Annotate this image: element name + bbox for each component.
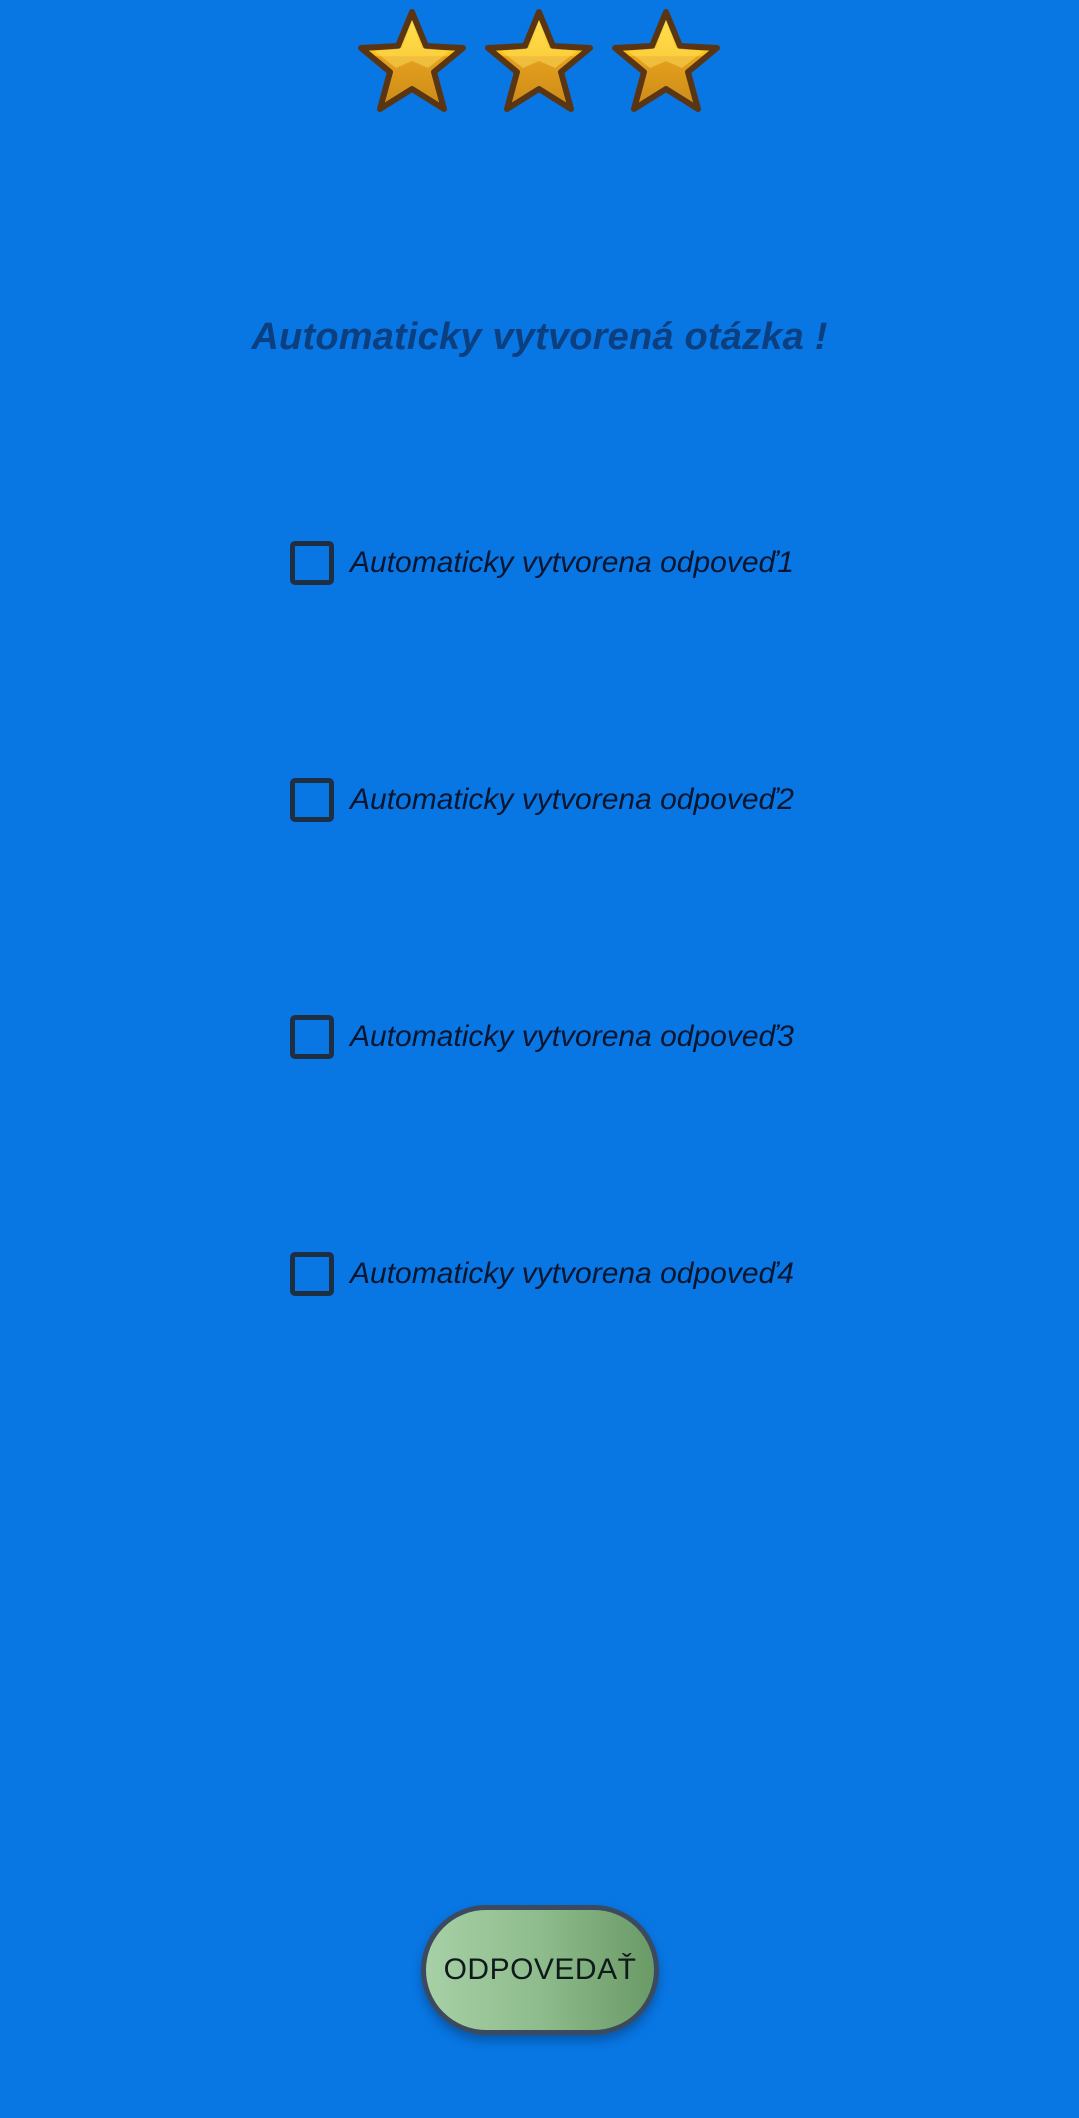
answer-option-4[interactable]: Automaticky vytvorena odpoveď4 (290, 1247, 794, 1301)
checkbox[interactable] (290, 541, 334, 585)
answer-label: Automaticky vytvorena odpoveď1 (350, 546, 794, 579)
answer-label: Automaticky vytvorena odpoveď2 (350, 783, 794, 816)
answer-label: Automaticky vytvorena odpoveď3 (350, 1020, 794, 1053)
question-text: Automaticky vytvorená otázka ! (251, 316, 828, 358)
answer-label: Automaticky vytvorena odpoveď4 (350, 1257, 794, 1290)
answer-option-1[interactable]: Automaticky vytvorena odpoveď1 (290, 536, 794, 590)
star-rating (0, 6, 1079, 126)
checkbox[interactable] (290, 778, 334, 822)
star-icon (481, 6, 597, 118)
answer-option-2[interactable]: Automaticky vytvorena odpoveď2 (290, 773, 794, 827)
checkbox[interactable] (290, 1252, 334, 1296)
submit-answer-button[interactable]: ODPOVEDAŤ (421, 1905, 659, 2035)
star-icon (354, 6, 470, 118)
checkbox[interactable] (290, 1015, 334, 1059)
answer-option-3[interactable]: Automaticky vytvorena odpoveď3 (290, 1010, 794, 1064)
star-icon (608, 6, 724, 118)
